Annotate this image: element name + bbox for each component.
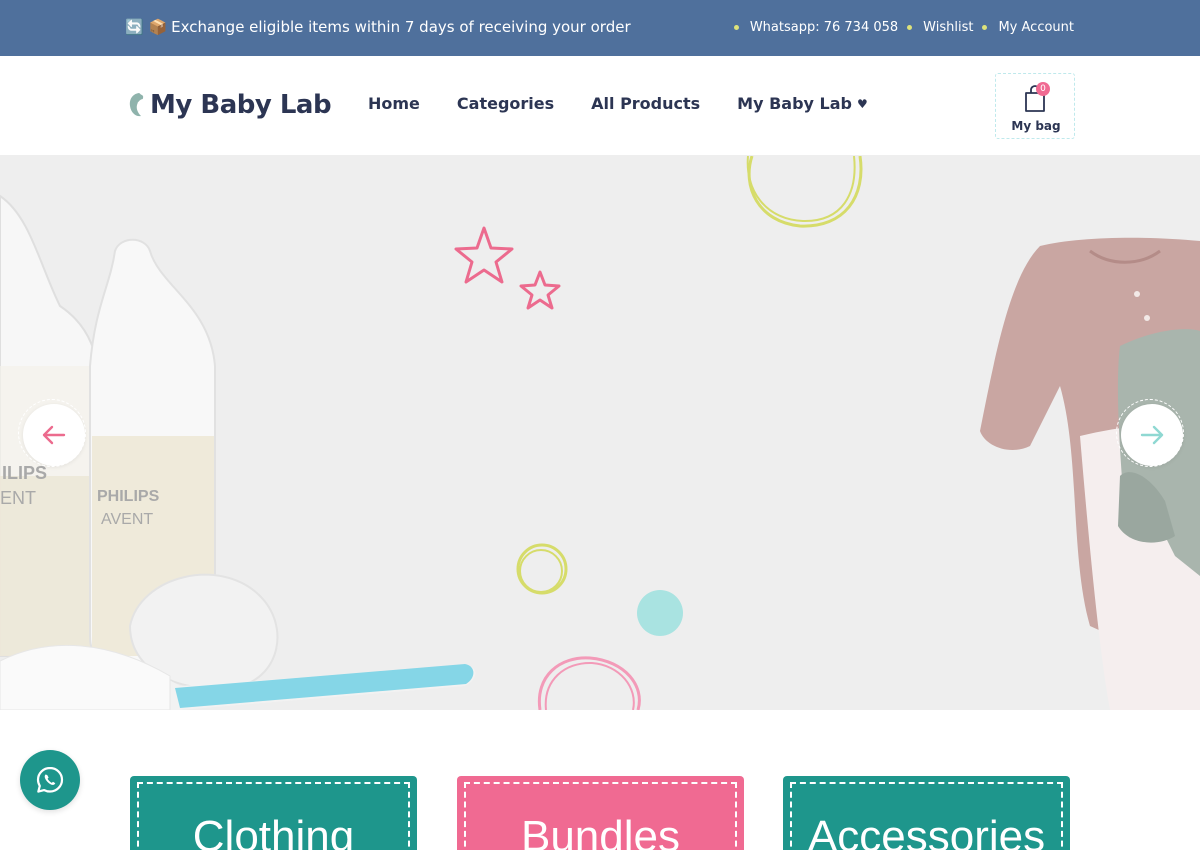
my-account-link-label: My Account: [998, 20, 1074, 35]
promo-text: Exchange eligible items within 7 days of…: [171, 18, 631, 36]
whatsapp-chat-button[interactable]: [20, 750, 80, 810]
logo[interactable]: My Baby Lab: [126, 90, 332, 120]
bottle-brand-cropped-text: ILIPS: [2, 463, 47, 483]
heart-icon: ♥: [856, 96, 868, 111]
category-tile-clothing[interactable]: Clothing: [130, 776, 417, 850]
bag-label: My bag: [1011, 119, 1061, 133]
top-links: Whatsapp: 76 734 058 Wishlist My Account: [725, 20, 1074, 35]
nav-my-baby-lab[interactable]: My Baby Lab ♥: [737, 94, 868, 113]
bag-count-badge: 0: [1036, 82, 1050, 96]
arrow-right-icon: [1140, 425, 1164, 445]
category-tile-accessories[interactable]: Accessories: [783, 776, 1070, 850]
top-announcement-bar: 🔄 📦 Exchange eligible items within 7 day…: [0, 0, 1200, 56]
my-account-link[interactable]: My Account: [982, 20, 1074, 35]
nav-categories[interactable]: Categories: [457, 94, 554, 113]
promo-message: 🔄 📦 Exchange eligible items within 7 day…: [125, 18, 631, 36]
bullet-dot: [982, 25, 988, 30]
nav-my-baby-lab-label: My Baby Lab: [737, 94, 852, 113]
main-nav: Home Categories All Products My Baby Lab…: [363, 94, 868, 118]
arrow-left-icon: [42, 425, 66, 445]
site-header: My Baby Lab Home Categories All Products…: [0, 56, 1200, 156]
bottle-subbrand-cropped-text: ENT: [0, 488, 36, 508]
bullet-dot: [907, 25, 913, 30]
category-label: Clothing: [192, 812, 355, 850]
category-label: Bundles: [520, 812, 680, 850]
logo-icon: [129, 93, 144, 117]
hero-illustration: PHILIPS AVENT ILIPS ENT: [0, 156, 1200, 710]
category-tiles: Clothing Bundles Accessories: [0, 710, 1200, 850]
bottle-subbrand-text: AVENT: [101, 511, 153, 528]
bottle-brand-text: PHILIPS: [97, 488, 160, 505]
slider-prev-button[interactable]: [18, 399, 86, 467]
exchange-package-icon: 🔄 📦: [125, 18, 168, 36]
whatsapp-link-label: Whatsapp: 76 734 058: [749, 20, 899, 35]
my-bag-button[interactable]: 0 My bag: [995, 73, 1075, 139]
nav-all-products[interactable]: All Products: [591, 94, 700, 113]
wishlist-link[interactable]: Wishlist: [907, 20, 973, 35]
logo-text: My Baby Lab: [150, 90, 332, 120]
category-label: Accessories: [807, 812, 1046, 850]
hero-slider: PHILIPS AVENT ILIPS ENT: [0, 156, 1200, 710]
whatsapp-icon: [36, 766, 64, 793]
nav-home[interactable]: Home: [363, 94, 425, 118]
bullet-dot: [733, 25, 739, 30]
category-tile-bundles[interactable]: Bundles: [457, 776, 744, 850]
wishlist-link-label: Wishlist: [923, 20, 974, 35]
whatsapp-link[interactable]: Whatsapp: 76 734 058: [733, 20, 899, 35]
slider-next-button[interactable]: [1116, 399, 1184, 467]
